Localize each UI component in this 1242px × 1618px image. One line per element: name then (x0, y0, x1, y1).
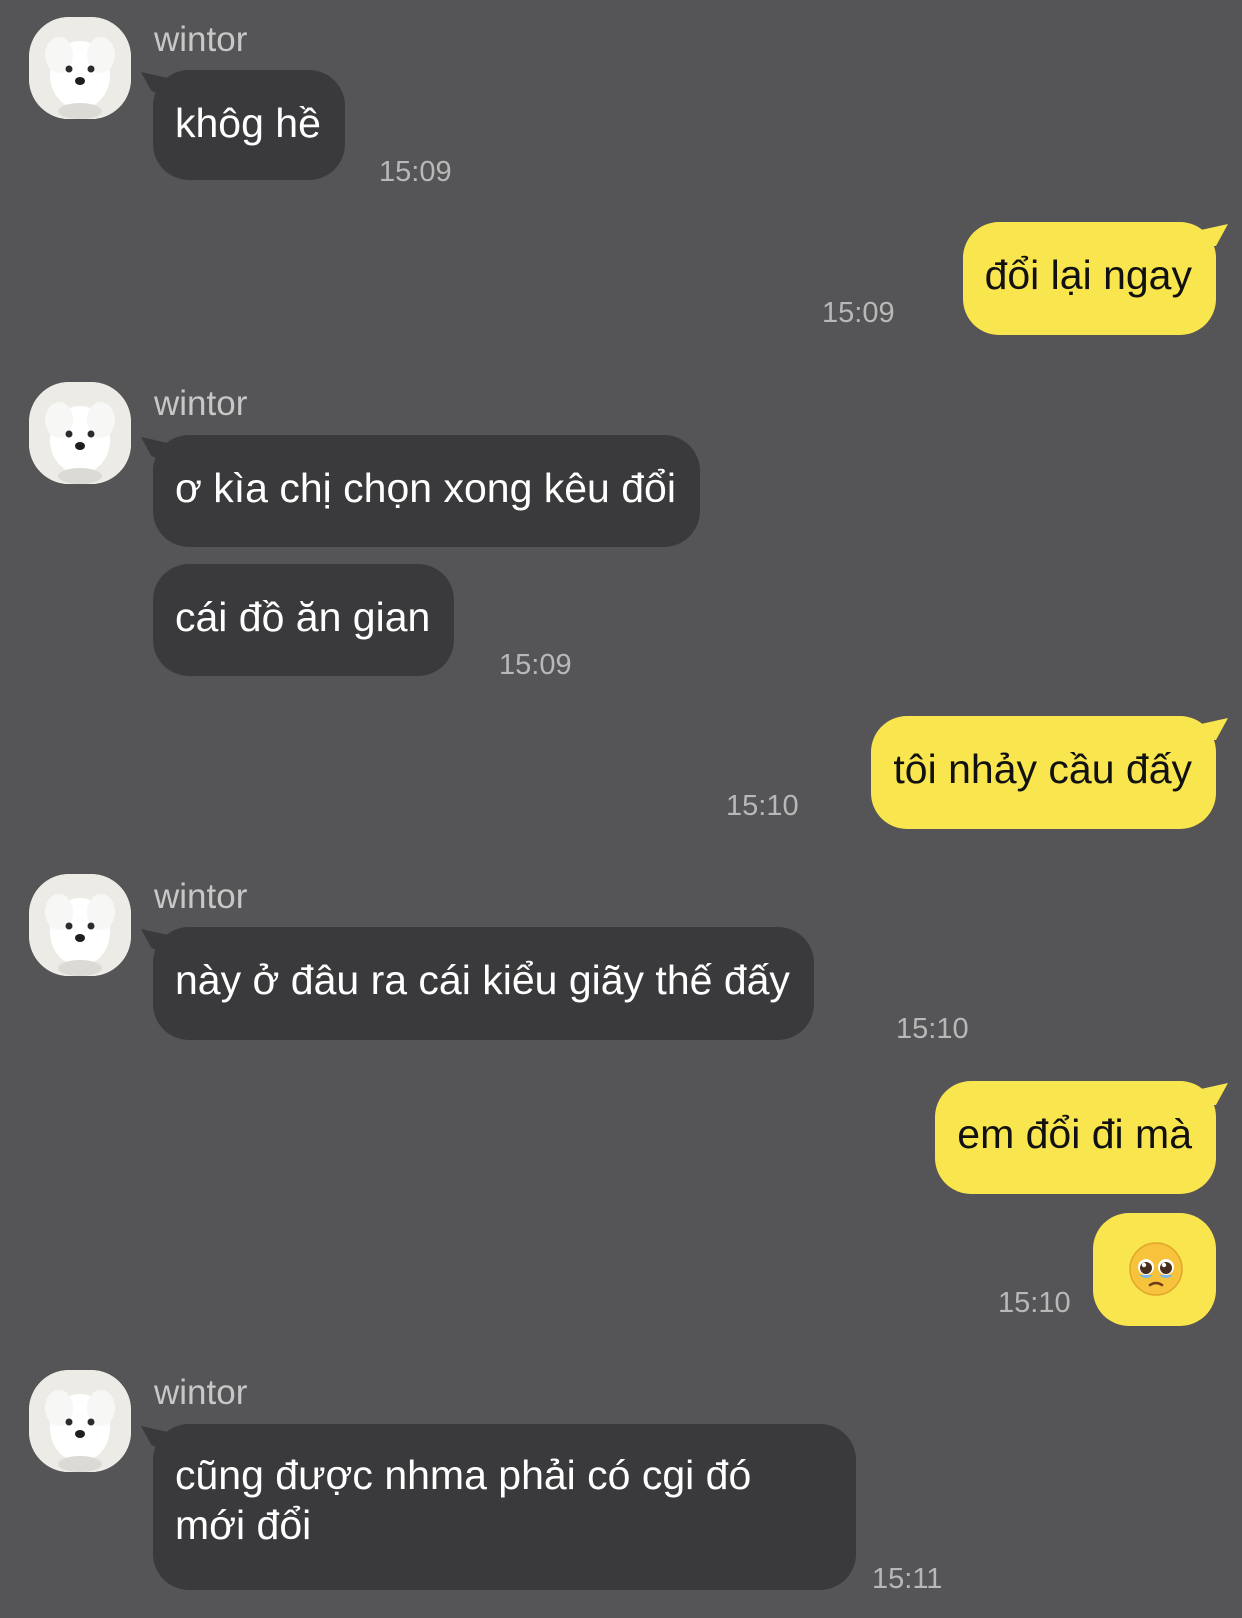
incoming-message[interactable]: này ở đâu ra cái kiểu giãy thế đấy (141, 927, 814, 1040)
avatar[interactable] (29, 874, 131, 976)
dog-avatar-icon (29, 382, 131, 484)
message-time: 15:10 (726, 790, 799, 822)
message-text: đổi lại ngay (984, 252, 1192, 298)
message-text: ơ kìa chị chọn xong kêu đổi (175, 465, 676, 511)
sender-name: wintor (154, 877, 248, 916)
bubble-tail (1198, 1083, 1228, 1105)
outgoing-emoji-message[interactable] (1093, 1213, 1216, 1326)
message-time: 15:09 (822, 297, 895, 329)
outgoing-message[interactable]: đổi lại ngay (962, 222, 1228, 335)
incoming-message[interactable]: khôg hề (141, 70, 345, 180)
message-time: 15:10 (896, 1013, 969, 1045)
avatar[interactable] (29, 1370, 131, 1472)
message-text: tôi nhảy cầu đấy (893, 746, 1192, 792)
dog-avatar-icon (29, 17, 131, 119)
message-text: cũng được nhma phải có cgi đó mới đổi (175, 1452, 752, 1548)
avatar[interactable] (29, 382, 131, 484)
incoming-message[interactable]: cũng được nhma phải có cgi đó mới đổi (141, 1424, 856, 1590)
outgoing-message[interactable]: tôi nhảy cầu đấy (871, 716, 1228, 829)
avatar[interactable] (29, 17, 131, 119)
sender-name: wintor (154, 20, 248, 59)
message-text: em đổi đi mà (957, 1111, 1192, 1157)
bubble-tail (141, 72, 171, 94)
message-time: 15:09 (379, 156, 452, 188)
message-time: 15:10 (998, 1287, 1071, 1319)
incoming-message[interactable]: cái đồ ăn gian (153, 564, 455, 676)
bubble-tail (1198, 224, 1228, 246)
pleading-face-icon (1129, 1242, 1183, 1296)
outgoing-message[interactable]: em đổi đi mà (935, 1081, 1228, 1194)
message-time: 15:09 (499, 649, 572, 681)
incoming-message[interactable]: ơ kìa chị chọn xong kêu đổi (141, 435, 700, 547)
bubble-tail (1198, 718, 1228, 740)
message-time: 15:11 (872, 1563, 943, 1595)
bubble-tail (141, 1426, 171, 1448)
message-text: khôg hề (175, 100, 321, 146)
dog-avatar-icon (29, 1370, 131, 1472)
sender-name: wintor (154, 384, 248, 423)
bubble-tail (141, 929, 171, 951)
sender-name: wintor (154, 1373, 248, 1412)
message-text: cái đồ ăn gian (175, 594, 431, 640)
bubble-tail (141, 437, 171, 459)
message-text: này ở đâu ra cái kiểu giãy thế đấy (175, 957, 790, 1003)
dog-avatar-icon (29, 874, 131, 976)
